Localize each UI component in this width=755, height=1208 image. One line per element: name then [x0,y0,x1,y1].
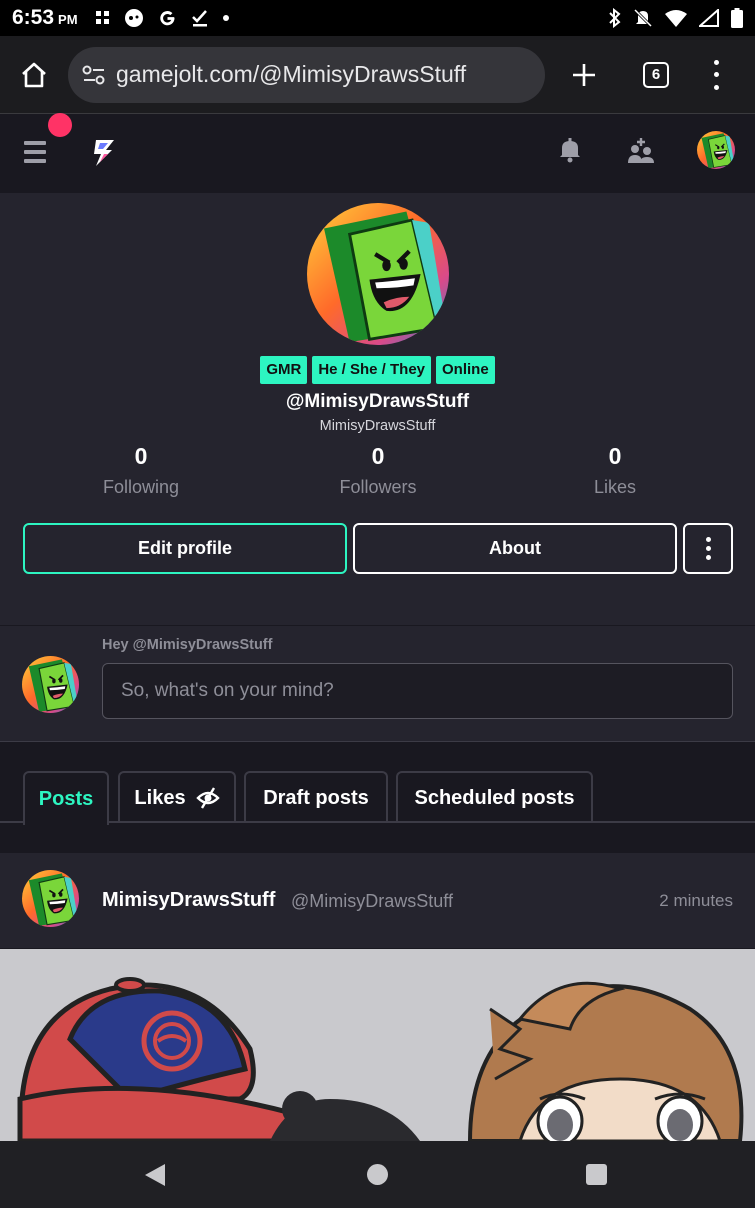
tab-draft-posts[interactable]: Draft posts [244,771,388,823]
check-task-icon [191,9,209,27]
site-settings-icon[interactable] [82,65,106,85]
profile-tags: GMR He / She / They Online [0,356,755,384]
url-text[interactable]: gamejolt.com/@MimisyDrawsStuff [116,61,466,88]
status-time: 6:53 PM [12,6,78,29]
grid-app-icon [95,11,110,25]
tag-gmr: GMR [260,356,308,384]
hamburger-menu-icon[interactable] [24,141,46,163]
browser-menu-button[interactable] [711,59,721,90]
post-header: MimisyDrawsStuff @MimisyDrawsStuff 2 min… [0,853,755,948]
bluetooth-icon [609,8,621,28]
post-author-avatar[interactable] [22,870,79,927]
stat-likes[interactable]: 0 Likes [535,443,695,498]
google-icon [158,9,177,28]
composer-input[interactable]: So, what's on your mind? [102,663,733,719]
url-bar[interactable]: gamejolt.com/@MimisyDrawsStuff [68,46,545,103]
browser-toolbar: gamejolt.com/@MimisyDrawsStuff 6 [0,36,755,114]
post-image[interactable] [0,949,755,1141]
wifi-icon [665,9,687,27]
bell-icon[interactable] [558,137,582,168]
gamejolt-logo-icon[interactable] [90,138,118,173]
composer-greeting: Hey @MimisyDrawsStuff [102,637,273,653]
new-tab-button[interactable] [569,60,599,90]
status-bar: 6:53 PM [0,0,755,36]
profile-header: GMR He / She / They Online @MimisyDrawsS… [0,193,755,625]
home-icon [22,62,46,87]
site-nav [0,113,755,193]
tag-pronouns: He / She / They [312,356,432,384]
battery-icon [731,8,743,28]
back-icon[interactable] [144,1163,166,1192]
friend-requests-icon[interactable] [626,137,656,170]
user-avatar[interactable] [697,131,735,169]
composer-avatar [22,656,79,713]
stat-followers[interactable]: 0 Followers [298,443,458,498]
stat-following[interactable]: 0 Following [61,443,221,498]
home-circle-icon[interactable] [367,1164,388,1185]
dot-icon [222,15,229,21]
plus-icon [573,63,595,86]
tab-switcher-button[interactable]: 6 [643,61,669,88]
profile-display-name: MimisyDrawsStuff [319,418,436,434]
android-nav-bar [0,1141,755,1208]
recent-apps-icon[interactable] [586,1164,607,1185]
profile-tabs: Posts Likes Draft posts Scheduled posts [0,743,755,825]
post-author-name[interactable]: MimisyDrawsStuff [102,889,275,912]
hidden-eye-icon [195,787,220,809]
post-timestamp[interactable]: 2 minutes [659,891,733,911]
notification-dot [48,113,72,137]
tab-posts[interactable]: Posts [23,771,109,825]
tag-online: Online [436,356,495,384]
profile-handle: @MimisyDrawsStuff [285,391,470,412]
home-button[interactable] [14,55,54,95]
post-author-handle[interactable]: @MimisyDrawsStuff [291,891,453,912]
tab-scheduled-posts[interactable]: Scheduled posts [396,771,593,823]
gamepad-app-icon [124,8,144,28]
edit-profile-button[interactable]: Edit profile [23,523,347,574]
signal-icon [699,9,719,27]
about-button[interactable]: About [353,523,677,574]
mute-icon [633,8,653,28]
profile-avatar [307,203,449,345]
tab-likes[interactable]: Likes [118,771,236,823]
post-composer: Hey @MimisyDrawsStuff So, what's on your… [0,626,755,742]
more-options-button[interactable] [683,523,733,574]
